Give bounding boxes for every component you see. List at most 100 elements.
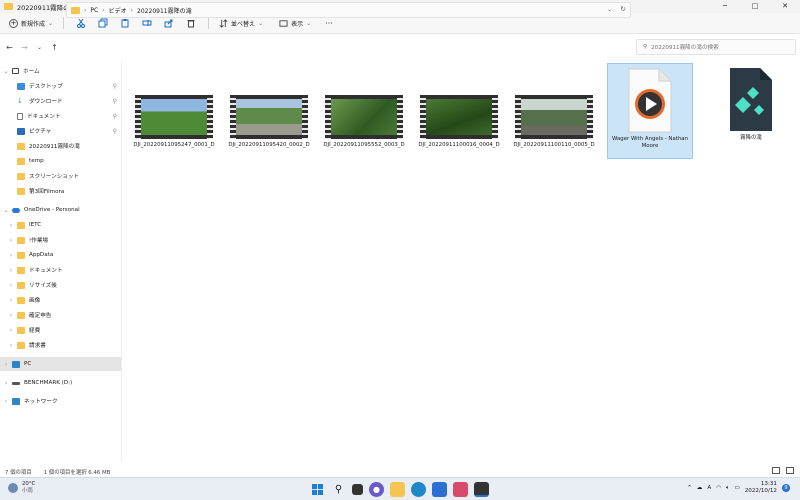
address-bar[interactable]: › PC › ビデオ › 20220911霧降の滝 ⌄ ↻ — [66, 2, 631, 18]
volume-icon[interactable]: 🔈︎ — [726, 485, 729, 492]
sidebar-item-ietc[interactable]: › IETC — [0, 218, 121, 232]
sidebar-item-invoices[interactable]: › 請求書 — [0, 338, 121, 352]
chevron-right-icon[interactable]: › — [3, 361, 9, 368]
chevron-right-icon[interactable]: › — [8, 237, 14, 244]
sidebar-item-current-folder[interactable]: 20220911霧降の滝 — [0, 139, 121, 153]
breadcrumb-current[interactable]: 20220911霧降の滝 — [137, 6, 192, 15]
refresh-icon[interactable]: ↻ — [620, 5, 626, 13]
video-thumbnail — [230, 95, 308, 139]
file-item-video-4[interactable]: DJI_20220911100016_0004_D — [416, 95, 502, 149]
pin-icon: ⚲ — [112, 82, 117, 90]
chevron-right-icon[interactable]: › — [8, 312, 14, 319]
sidebar-item-expenses[interactable]: › 経費 — [0, 323, 121, 337]
store-icon[interactable] — [432, 482, 447, 497]
sidebar-item-desktop[interactable]: デスクトップ ⚲ — [0, 79, 121, 93]
copy-button[interactable] — [92, 16, 114, 30]
copy-icon — [98, 18, 108, 28]
start-icon[interactable] — [310, 482, 325, 497]
file-item-video-1[interactable]: DJI_20220911095247_0001_D — [131, 95, 217, 149]
up-button[interactable]: ↑ — [47, 43, 62, 52]
more-button[interactable]: ··· — [321, 19, 337, 28]
breadcrumb-pc[interactable]: PC — [90, 7, 98, 14]
weather-widget[interactable]: 20°C 小雨 — [8, 481, 35, 495]
sort-button[interactable]: 並べ替え ⌄ — [215, 18, 267, 28]
sidebar-item-tax[interactable]: › 確定申告 — [0, 308, 121, 322]
sidebar-item-downloads[interactable]: ↓ ダウンロード ⚲ — [0, 94, 121, 108]
chevron-right-icon[interactable]: › — [8, 282, 14, 289]
sidebar-item-temp[interactable]: temp — [0, 154, 121, 168]
desktop-icon — [17, 82, 25, 90]
chevron-right-icon[interactable]: › — [3, 380, 9, 387]
file-item-project[interactable]: 霧降の滝 — [708, 63, 794, 159]
chevron-right-icon[interactable]: › — [8, 297, 14, 304]
file-explorer-icon[interactable] — [390, 482, 405, 497]
chevron-right-icon[interactable]: › — [8, 252, 14, 259]
sidebar-item-pictures[interactable]: ピクチャ ⚲ — [0, 124, 121, 138]
wifi-icon[interactable]: ◠ — [716, 485, 721, 491]
breadcrumb-videos[interactable]: ビデオ — [109, 6, 127, 15]
rain-icon — [8, 483, 18, 493]
search-box[interactable]: ⚲ 20220911霧降の滝の検索 — [636, 39, 796, 55]
chevron-right-icon[interactable]: › — [8, 342, 14, 349]
folder-icon — [17, 266, 25, 274]
weather-condition: 小雨 — [22, 488, 33, 494]
task-view-icon[interactable] — [352, 484, 363, 495]
sidebar-item-filmora[interactable]: 第3回Filmora — [0, 184, 121, 198]
cut-button[interactable] — [70, 16, 92, 30]
search-icon[interactable]: ⚲ — [331, 482, 346, 497]
new-button[interactable]: + 新規作成 ⌄ — [5, 17, 57, 30]
sidebar-item-od-documents[interactable]: › ドキュメント — [0, 263, 121, 277]
file-item-video-5[interactable]: DJI_20220911100110_0005_D — [511, 95, 597, 149]
status-bar: 7 個の項目 1 個の項目を選択 6.46 MB — [0, 467, 800, 477]
sidebar-item-label: ネットワーク — [24, 399, 58, 405]
sidebar-item-images[interactable]: › 画像 — [0, 293, 121, 307]
chevron-down-icon[interactable]: ⌄ — [3, 68, 9, 75]
sidebar-item-network[interactable]: › ネットワーク — [0, 394, 121, 408]
delete-button[interactable] — [180, 16, 202, 30]
sidebar-item-home[interactable]: ⌄ ホーム — [0, 64, 121, 78]
edge-icon[interactable] — [411, 482, 426, 497]
clock[interactable]: 13:31 2022/10/12 — [745, 481, 777, 495]
file-item-video-3[interactable]: DJI_20220911095552_0003_D — [321, 95, 407, 149]
play-icon — [628, 68, 672, 133]
sidebar-item-pc[interactable]: › PC — [0, 357, 121, 371]
large-icons-view-icon[interactable] — [786, 467, 794, 474]
battery-icon[interactable]: ▭ — [734, 485, 739, 491]
back-button[interactable]: ← — [2, 43, 17, 52]
sidebar-item-onedrive[interactable]: ⌄ OneDrive - Personal — [0, 203, 121, 217]
rename-button[interactable] — [136, 16, 158, 30]
sidebar-item-label: BENCHMARK (D:) — [24, 380, 73, 386]
paste-icon — [121, 19, 129, 28]
chevron-up-icon[interactable]: ^ — [687, 485, 692, 491]
cloud-icon[interactable]: ☁ — [697, 485, 703, 491]
ime-indicator[interactable]: A — [707, 485, 711, 491]
sidebar-item-drive[interactable]: › BENCHMARK (D:) — [0, 376, 121, 390]
chevron-right-icon[interactable]: › — [3, 398, 9, 405]
address-dropdown-icon[interactable]: ⌄ — [607, 6, 612, 13]
paste-button[interactable] — [114, 16, 136, 30]
chevron-down-icon[interactable]: ⌄ — [3, 207, 9, 214]
terminal-icon[interactable] — [474, 482, 489, 497]
view-button[interactable]: 表示 ⌄ — [275, 19, 315, 28]
photos-icon[interactable] — [453, 482, 468, 497]
chevron-right-icon[interactable]: › — [8, 327, 14, 334]
close-button[interactable]: ✕ — [770, 0, 800, 13]
maximize-button[interactable]: □ — [740, 0, 770, 13]
chevron-right-icon[interactable]: › — [8, 222, 14, 229]
forward-button[interactable]: → — [17, 43, 32, 52]
sidebar-item-documents[interactable]: ドキュメント ⚲ — [0, 109, 121, 123]
file-item-audio[interactable]: Wager With Angels - Nathan Moore — [607, 63, 693, 159]
share-button[interactable] — [158, 16, 180, 30]
sidebar-item-resized[interactable]: › リサイズ後 — [0, 278, 121, 292]
chevron-right-icon[interactable]: › — [8, 267, 14, 274]
sidebar-item-screenshots[interactable]: スクリーンショット — [0, 169, 121, 183]
sidebar-item-appdata[interactable]: › AppData — [0, 248, 121, 262]
details-view-icon[interactable] — [772, 467, 780, 474]
file-item-video-2[interactable]: DJI_20220911095420_0002_D — [226, 95, 312, 149]
recent-dropdown-icon[interactable]: ⌄ — [32, 44, 47, 51]
video-thumbnail — [420, 95, 498, 139]
minimize-button[interactable]: ─ — [710, 0, 740, 13]
chat-icon[interactable]: ● — [369, 482, 384, 497]
sidebar-item-workspace[interactable]: › !作業場 — [0, 233, 121, 247]
notification-badge[interactable]: 9 — [782, 484, 790, 492]
